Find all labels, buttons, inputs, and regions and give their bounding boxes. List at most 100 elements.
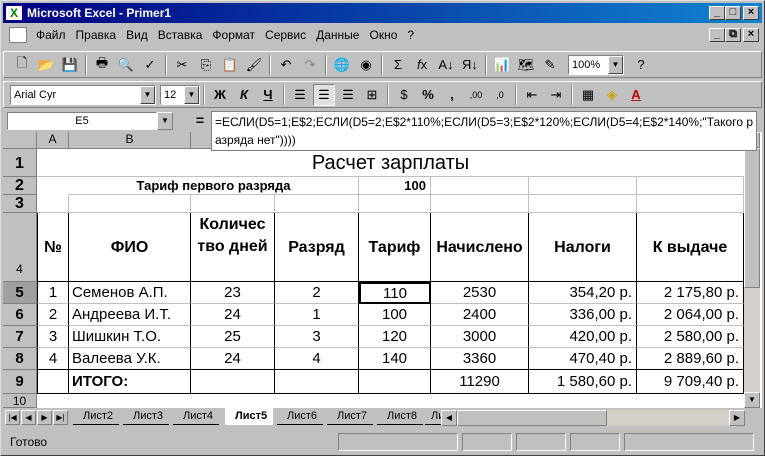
table-cell[interactable]: 24 — [191, 304, 275, 326]
header-accrued[interactable]: Начислено — [431, 213, 529, 282]
zoom-select[interactable]: 100% ▼ — [568, 54, 624, 75]
excel-app-icon[interactable]: X — [6, 6, 22, 20]
chevron-down-icon[interactable]: ▼ — [140, 85, 155, 104]
cell[interactable] — [275, 195, 359, 213]
name-box[interactable]: E5 — [7, 112, 157, 130]
close-button[interactable]: × — [743, 6, 759, 20]
formula-input[interactable]: =ЕСЛИ(D5=1;E$2;ЕСЛИ(D5=2;E$2*110%;ЕСЛИ(D… — [211, 111, 757, 151]
increase-decimal-icon[interactable]: ,00 — [465, 84, 487, 106]
function-icon[interactable]: fx — [411, 54, 433, 76]
menu-file[interactable]: Файл — [31, 28, 71, 42]
table-cell[interactable]: 3000 — [431, 326, 529, 348]
map-icon[interactable]: 🗺 — [515, 54, 537, 76]
drawing-icon[interactable]: ✎ — [539, 54, 561, 76]
row-header-9[interactable]: 9 — [3, 370, 37, 394]
menu-window[interactable]: Окно — [364, 28, 402, 42]
table-cell[interactable]: 4 — [37, 348, 69, 370]
table-cell[interactable]: 3 — [275, 326, 359, 348]
header-tax[interactable]: Налоги — [529, 213, 637, 282]
row-header-2[interactable]: 2 — [3, 177, 37, 195]
table-cell[interactable]: 2 175,80 р. — [637, 282, 744, 304]
print-preview-icon[interactable]: 🔍 — [115, 54, 137, 76]
underline-button[interactable]: Ч — [257, 84, 279, 106]
tariff-value[interactable]: 100 — [359, 177, 431, 195]
sheet-tab[interactable]: Лист3 — [123, 408, 170, 425]
fill-color-icon[interactable]: ◈ — [601, 84, 623, 106]
table-cell[interactable]: 2 889,60 р. — [637, 348, 744, 370]
print-icon[interactable]: 🖶 — [91, 54, 113, 76]
table-cell[interactable]: 2400 — [431, 304, 529, 326]
edit-formula-button[interactable]: = — [191, 112, 209, 130]
format-painter-icon[interactable]: 🖌 — [243, 54, 265, 76]
align-right-icon[interactable]: ☰ — [337, 84, 359, 106]
table-cell[interactable]: 420,00 р. — [529, 326, 637, 348]
sheet-tab[interactable]: Лист2 — [73, 408, 120, 425]
menu-view[interactable]: Вид — [121, 28, 153, 42]
table-cell[interactable]: 470,40 р. — [529, 348, 637, 370]
undo-icon[interactable]: ↶ — [275, 54, 297, 76]
table-cell[interactable]: Шишкин Т.О. — [69, 326, 191, 348]
table-cell[interactable]: 23 — [191, 282, 275, 304]
cell[interactable] — [529, 177, 637, 195]
doc-minimize-button[interactable]: _ — [709, 28, 725, 42]
menu-help[interactable]: ? — [402, 28, 419, 42]
menu-insert[interactable]: Вставка — [153, 28, 208, 42]
cell[interactable] — [191, 195, 275, 213]
table-cell[interactable]: 4 — [275, 348, 359, 370]
first-sheet-icon[interactable]: |◀ — [5, 410, 20, 425]
total-tax[interactable]: 1 580,60 р. — [529, 370, 637, 394]
header-tariff[interactable]: Тариф — [359, 213, 431, 282]
cell[interactable] — [431, 177, 529, 195]
header-rank[interactable]: Разряд — [275, 213, 359, 282]
table-cell[interactable]: 3360 — [431, 348, 529, 370]
active-cell[interactable]: 110 — [359, 282, 431, 304]
table-cell[interactable]: 25 — [191, 326, 275, 348]
font-name-select[interactable]: Arial Cyr ▼ — [10, 84, 156, 105]
table-cell[interactable]: 354,20 р. — [529, 282, 637, 304]
document-icon[interactable] — [9, 27, 27, 43]
vertical-scrollbar[interactable]: ▲ ▼ — [744, 132, 760, 408]
header-days[interactable]: Количес тво дней — [191, 213, 275, 282]
table-cell[interactable]: 24 — [191, 348, 275, 370]
increase-indent-icon[interactable]: ⇥ — [545, 84, 567, 106]
total-label[interactable]: ИТОГО: — [69, 370, 191, 394]
italic-button[interactable]: К — [233, 84, 255, 106]
table-cell[interactable] — [37, 370, 69, 394]
next-sheet-icon[interactable]: ▶ — [37, 410, 52, 425]
chevron-down-icon[interactable]: ▼ — [608, 55, 623, 74]
row-header-8[interactable]: 8 — [3, 348, 37, 370]
save-icon[interactable]: 💾 — [59, 54, 81, 76]
copy-icon[interactable]: ⎘ — [195, 54, 217, 76]
borders-icon[interactable]: ▦ — [577, 84, 599, 106]
cell[interactable] — [431, 195, 529, 213]
minimize-button[interactable]: _ — [709, 6, 725, 20]
row-header-5[interactable]: 5 — [3, 282, 37, 304]
column-header-a[interactable]: A — [37, 132, 69, 149]
sheet-tab[interactable]: Лист7 — [327, 408, 374, 425]
table-cell[interactable]: 2530 — [431, 282, 529, 304]
new-file-icon[interactable]: 🗋 — [11, 54, 33, 76]
spellcheck-icon[interactable]: ✓ — [139, 54, 161, 76]
header-fio[interactable]: ФИО — [69, 213, 191, 282]
row-header-3[interactable]: 3 — [3, 195, 37, 213]
cell[interactable] — [69, 195, 191, 213]
chevron-down-icon[interactable]: ▼ — [157, 112, 173, 130]
align-center-icon[interactable]: ☰ — [313, 83, 335, 106]
row-header-1[interactable]: 1 — [3, 149, 37, 177]
scroll-right-icon[interactable]: ▶ — [729, 410, 745, 426]
font-color-icon[interactable]: A — [625, 84, 647, 106]
currency-icon[interactable]: $ — [393, 84, 415, 106]
cell[interactable] — [637, 195, 744, 213]
menu-format[interactable]: Формат — [207, 28, 260, 42]
cell[interactable] — [359, 195, 431, 213]
prev-sheet-icon[interactable]: ◀ — [21, 410, 36, 425]
cut-icon[interactable]: ✂ — [171, 54, 193, 76]
scroll-left-icon[interactable]: ◀ — [441, 410, 457, 426]
merge-center-icon[interactable]: ⊞ — [361, 84, 383, 106]
row-header-4[interactable]: 4 — [3, 213, 37, 282]
cell[interactable] — [637, 177, 744, 195]
horizontal-scrollbar[interactable]: ◀ ▶ — [441, 410, 745, 426]
worksheet-grid[interactable]: A B C D E F G H 1 2 3 4 5 6 7 8 9 10 Рас… — [3, 132, 762, 408]
table-cell[interactable]: 336,00 р. — [529, 304, 637, 326]
table-cell[interactable]: 2 580,00 р. — [637, 326, 744, 348]
